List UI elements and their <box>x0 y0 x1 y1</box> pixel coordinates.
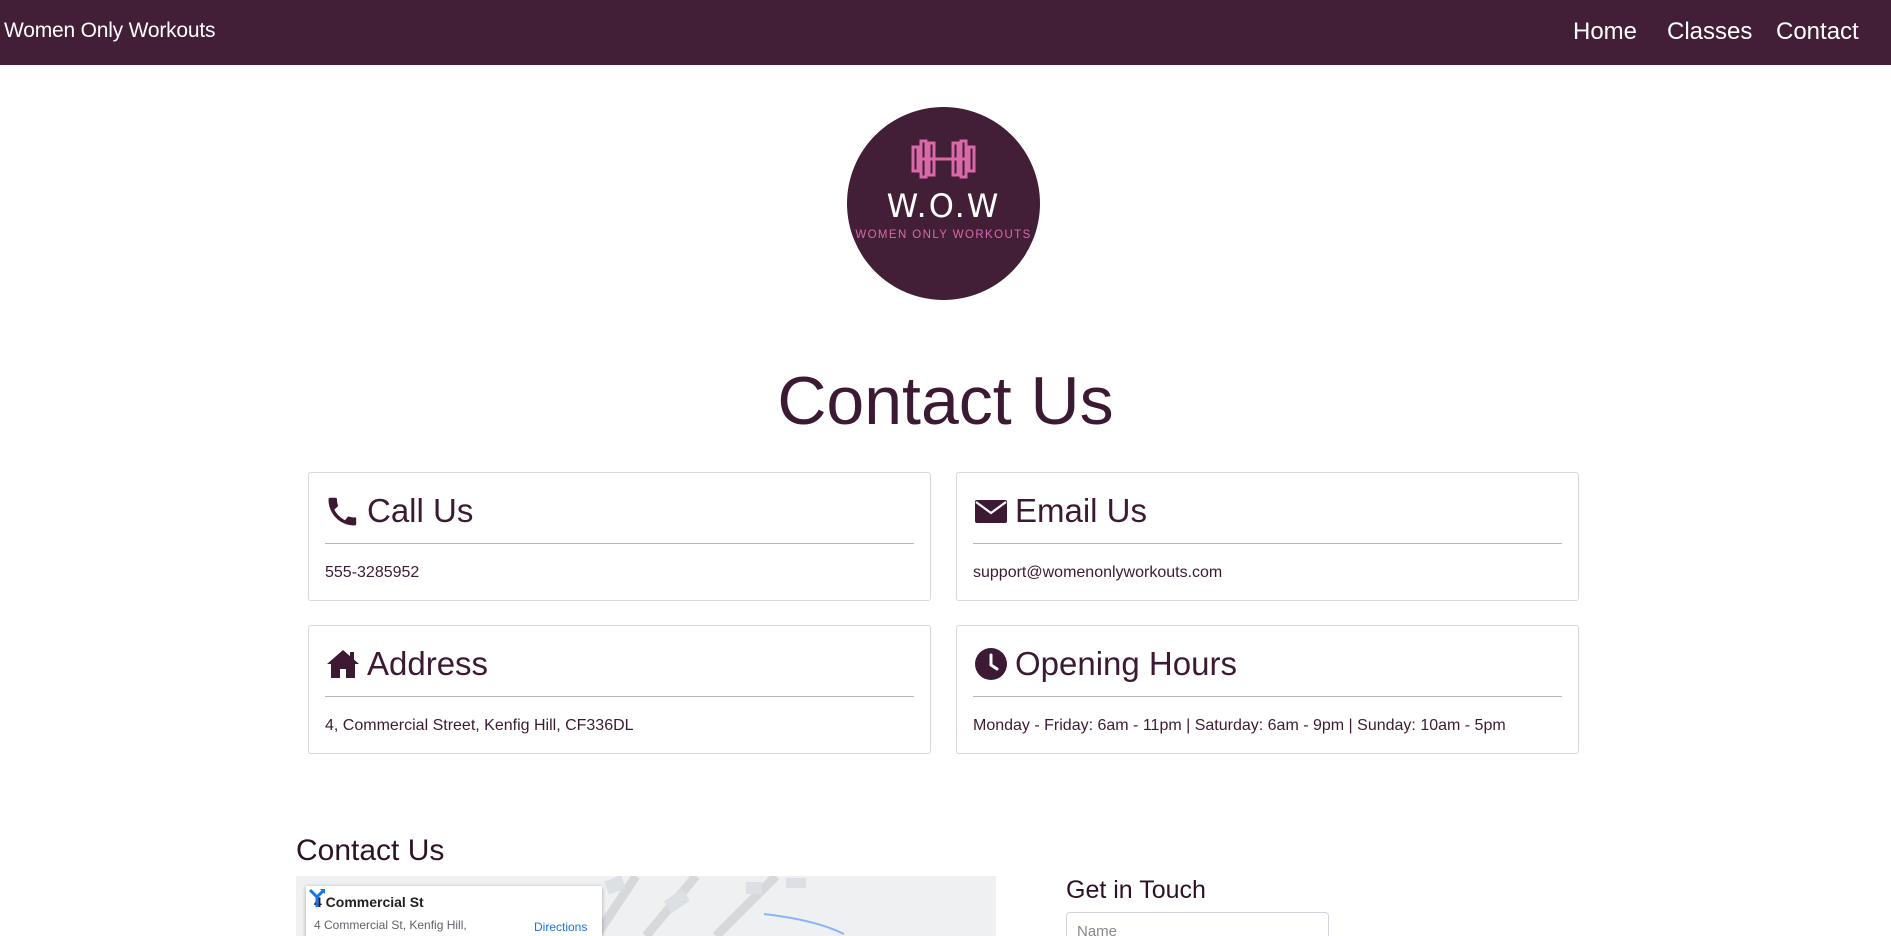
directions-link[interactable]: Directions <box>534 920 587 934</box>
divider <box>325 543 914 544</box>
email-us-card: Email Us support@womenonlyworkouts.com <box>956 472 1579 601</box>
address-title: Address <box>367 645 489 682</box>
nav-link-home[interactable]: Home <box>1573 18 1637 46</box>
divider <box>973 543 1562 544</box>
address-card: Address 4, Commercial Street, Kenfig Hil… <box>308 625 931 754</box>
wow-logo: W.O.W WOMEN ONLY WORKOUTS <box>847 107 1040 300</box>
call-us-card: Call Us 555-3285952 <box>308 472 931 601</box>
location-map[interactable]: 4 Commercial St 4 Commercial St, Kenfig … <box>296 876 996 936</box>
opening-hours-title: Opening Hours <box>1015 645 1237 682</box>
page-title: Contact Us <box>777 363 1114 439</box>
phone-icon <box>328 497 357 526</box>
name-field[interactable] <box>1066 912 1329 936</box>
navbar: Women Only Workouts Home Classes Contact <box>0 0 1891 65</box>
nav-link-classes[interactable]: Classes <box>1667 18 1752 46</box>
logo-title: W.O.W <box>886 187 1001 225</box>
nav-link-contact[interactable]: Contact <box>1776 18 1859 46</box>
map-place-card: 4 Commercial St 4 Commercial St, Kenfig … <box>306 886 602 936</box>
navbar-brand[interactable]: Women Only Workouts <box>4 19 216 43</box>
envelope-icon <box>975 500 1007 523</box>
opening-hours-card: Opening Hours Monday - Friday: 6am - 11p… <box>956 625 1579 754</box>
email-us-title: Email Us <box>1015 492 1148 529</box>
email-address[interactable]: support@womenonlyworkouts.com <box>973 564 1222 582</box>
divider <box>973 696 1562 697</box>
contact-section-title: Contact Us <box>296 834 445 867</box>
address-text: 4, Commercial Street, Kenfig Hill, CF336… <box>325 717 634 734</box>
map-place-address: 4 Commercial St, Kenfig Hill, <box>314 918 467 932</box>
directions-icon[interactable] <box>306 886 328 908</box>
divider <box>325 696 914 697</box>
home-icon <box>327 650 359 678</box>
clock-icon <box>975 648 1007 680</box>
call-us-title: Call Us <box>367 492 474 529</box>
map-place-name: 4 Commercial St <box>314 894 424 910</box>
logo-subtitle: WOMEN ONLY WORKOUTS <box>855 229 1032 241</box>
opening-hours-text: Monday - Friday: 6am - 11pm | Saturday: … <box>973 717 1506 734</box>
get-in-touch-title: Get in Touch <box>1066 876 1206 904</box>
phone-number[interactable]: 555-3285952 <box>325 564 419 582</box>
